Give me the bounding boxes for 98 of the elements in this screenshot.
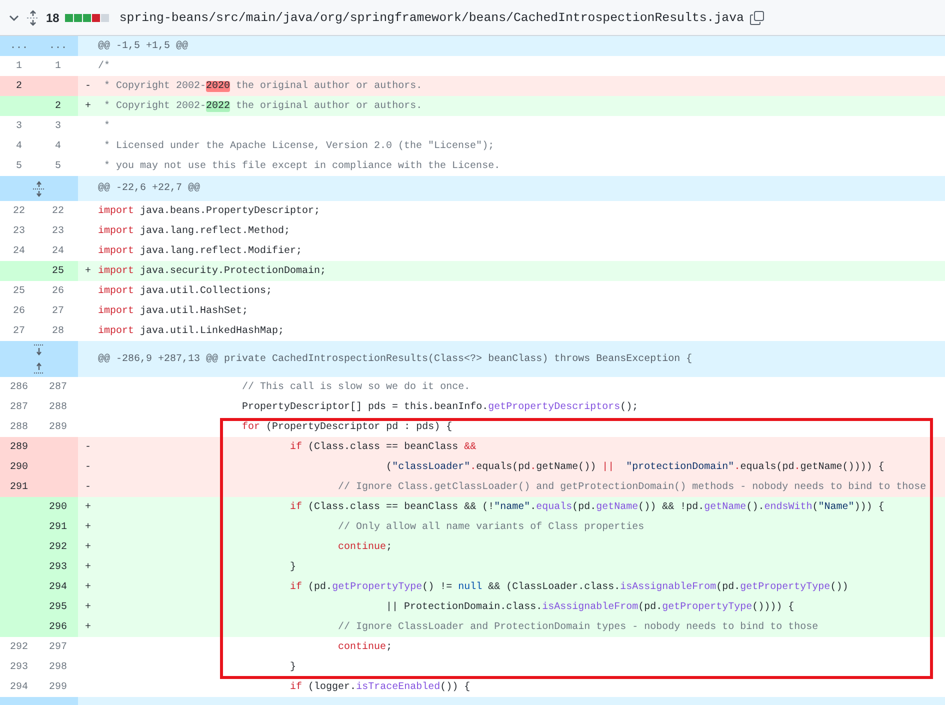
code-line: } — [289, 662, 296, 672]
line-number: 27 — [12, 326, 25, 336]
line-number: 5 — [54, 160, 61, 172]
diff-marker: + — [84, 542, 91, 552]
diff-marker: + — [84, 582, 91, 592]
line-number: 24 — [52, 246, 64, 256]
line-number: 27 — [52, 306, 64, 316]
diff-marker: - — [84, 482, 91, 492]
diff-marker: + — [84, 266, 91, 276]
line-number: 4 — [54, 140, 61, 152]
code-line: import java.beans.PropertyDescriptor; — [98, 206, 320, 216]
diff-marker: + — [84, 602, 91, 612]
line-number: 292 — [48, 542, 67, 552]
line-number: 5 — [16, 160, 22, 172]
line-number: 25 — [12, 286, 25, 296]
diff-marker: + — [84, 502, 91, 512]
code-line: } — [289, 562, 296, 572]
line-number: 1 — [54, 60, 61, 72]
line-number: 3 — [54, 120, 61, 132]
diff-marker: + — [84, 622, 91, 632]
line-number: 22 — [12, 206, 25, 216]
line-number: 290 — [10, 462, 28, 472]
line-number: 290 — [48, 502, 67, 512]
line-number: 2 — [54, 100, 61, 112]
code-line: continue; — [337, 542, 392, 552]
line-number: 2 — [16, 80, 22, 92]
code-line: /* — [98, 60, 110, 72]
line-number: 1 — [16, 60, 22, 72]
line-number: 291 — [48, 522, 67, 532]
line-number: 25 — [52, 266, 64, 276]
code-line: PropertyDescriptor[] pds = this.beanInfo.getPropertyDescriptors(); — [241, 402, 638, 412]
line-number: 293 — [10, 662, 28, 672]
line-number: 288 — [10, 422, 28, 432]
copy-icon[interactable] — [750, 10, 764, 24]
line-number: 286 — [10, 382, 28, 392]
code-line: import java.security.ProtectionDomain; — [98, 266, 326, 276]
line-number: 289 — [10, 442, 28, 452]
line-number: 293 — [48, 562, 67, 572]
code-line: * Licensed under the Apache License, Version 2.0 (the "License"); — [103, 140, 494, 152]
diff-marker: - — [84, 80, 91, 92]
expand-button[interactable]: ... — [38, 36, 78, 56]
diff-marker: + — [84, 522, 91, 532]
line-number: 297 — [48, 642, 67, 652]
hunk-header: @@ -22,6 +22,7 @@ — [97, 183, 200, 194]
code-line: import java.util.HashSet; — [98, 306, 248, 316]
line-number: 287 — [48, 382, 67, 392]
code-line: * — [103, 120, 110, 132]
hunk-header: @@ -286,9 +287,13 @@ private CachedIntrospectionResults(Class<?> beanClass) throws BeansException { — [97, 354, 692, 364]
code-line: import java.util.LinkedHashMap; — [98, 326, 284, 336]
line-number: 294 — [10, 682, 28, 692]
code-line: if (logger.isTraceEnabled()) { — [289, 682, 470, 692]
line-number: 24 — [12, 246, 25, 256]
code-line: * you may not use this file except in compliance with the License. — [103, 160, 500, 172]
line-number: 296 — [48, 622, 67, 632]
diff-marker: - — [84, 442, 91, 452]
code-line: // Ignore Class.getClassLoader() and getProtectionDomain() methods - nobody needs to bind to those — [337, 482, 926, 492]
line-number: 298 — [48, 662, 67, 672]
code-line: ("classLoader".equals(pd.getName()) || "protectionDomain".equals(pd.getName()))) { — [385, 462, 884, 472]
line-number: 295 — [48, 602, 67, 612]
line-number: 23 — [52, 226, 64, 236]
code-line: || ProtectionDomain.class.isAssignableFrom(pd.getPropertyType()))) { — [385, 602, 794, 612]
change-count: 18 — [46, 10, 60, 24]
line-number: 26 — [12, 306, 25, 316]
code-line: import java.util.Collections; — [98, 286, 272, 296]
code-line: import java.lang.reflect.Modifier; — [98, 246, 302, 256]
line-number: 288 — [48, 402, 67, 412]
expand-icon[interactable] — [33, 344, 45, 374]
code-line: if (pd.getPropertyType() != null && (ClassLoader.class.isAssignableFrom(pd.getPropertyType()) — [289, 582, 848, 592]
code-line: if (Class.class == beanClass && (!"name".equals(pd.getName()) && !pd.getName().endsWith("Name"))) { — [289, 502, 884, 512]
diff-marker: + — [84, 100, 91, 112]
line-number: 291 — [10, 482, 28, 492]
expand-icon[interactable] — [33, 180, 45, 196]
line-number: 28 — [52, 326, 64, 336]
code-line: for (PropertyDescriptor pd : pds) { — [241, 422, 452, 432]
diff-marker: - — [84, 462, 91, 472]
expand-icon[interactable] — [26, 10, 40, 26]
diff-marker: + — [84, 562, 91, 572]
code-line: continue; — [337, 642, 392, 652]
line-number: 289 — [48, 422, 67, 432]
code-line: // Only allow all name variants of Class properties — [337, 522, 644, 532]
code-line: import java.lang.reflect.Method; — [98, 226, 290, 236]
line-number: 3 — [16, 120, 22, 132]
line-number: 294 — [48, 582, 67, 592]
line-number: 22 — [52, 206, 64, 216]
code-line: // Ignore ClassLoader and ProtectionDomain types - nobody needs to bind to those — [337, 622, 818, 632]
line-number: 292 — [10, 642, 28, 652]
line-number: 287 — [10, 402, 28, 412]
expand-button[interactable]: ... — [0, 36, 38, 56]
line-number: 26 — [52, 286, 64, 296]
line-number: 23 — [12, 226, 25, 236]
code-line: * Copyright 2002-2022 the original author or authors. — [103, 100, 422, 112]
code-line: // This call is slow so we do it once. — [241, 382, 470, 392]
code-line: * Copyright 2002-2020 the original author or authors. — [103, 80, 422, 92]
hunk-header: @@ -1,5 +1,5 @@ — [97, 40, 188, 52]
line-number: 4 — [16, 140, 22, 152]
code-line: if (Class.class == beanClass && — [289, 442, 476, 452]
line-number: 299 — [48, 682, 67, 692]
file-path: spring-beans/src/main/java/org/springframework/beans/CachedIntrospectionResults.java — [119, 10, 744, 24]
